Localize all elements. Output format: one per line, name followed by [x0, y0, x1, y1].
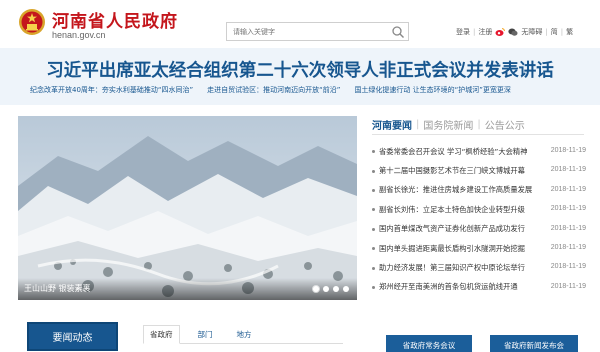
headline-sublinks: 纪念改革开放40周年：夯实水利基础推动“四水同治” 走进自贸试验区：推动河南迈向… — [30, 85, 590, 95]
photo-caption[interactable]: 王山山野 银装素裹 — [24, 283, 91, 294]
search-input[interactable] — [227, 23, 387, 40]
site-header: 河南省人民政府 henan.gov.cn 登录 | 注册 无障碍 | — [0, 0, 600, 48]
news-date: 2018-11-19 — [550, 185, 586, 193]
bullet-icon — [372, 208, 375, 212]
page: 河南省人民政府 henan.gov.cn 登录 | 注册 无障碍 | — [0, 0, 600, 352]
news-list-item[interactable]: 国内首单煤改气资产证券化创新产品成功发行 2018-11-19 — [372, 220, 586, 239]
national-emblem-icon — [19, 9, 45, 35]
press-conference-button[interactable]: 省政府新闻发布会 — [490, 335, 578, 352]
headline-title[interactable]: 习近平出席亚太经合组织第二十六次领导人非正式会议并发表讲话 — [0, 57, 600, 82]
site-title[interactable]: 河南省人民政府 — [52, 7, 178, 32]
news-list: 省委常委会召开会议 学习“枫桥经验”大会精神 2018-11-19 第十二届中国摄… — [372, 142, 586, 297]
carousel-dot[interactable] — [313, 286, 319, 292]
tab-departments[interactable]: 部门 — [192, 326, 219, 343]
divider: | — [545, 28, 548, 36]
weibo-icon[interactable] — [495, 27, 506, 37]
news-dynamics-button[interactable]: 要闻动态 — [27, 322, 118, 351]
simplified-link[interactable]: 简 — [551, 27, 558, 37]
bullet-icon — [372, 247, 375, 251]
bottom-tabs: 省政府 部门 地方 — [143, 325, 343, 344]
bullet-icon — [372, 188, 375, 192]
divider: | — [477, 119, 481, 130]
barrier-free-link[interactable]: 无障碍 — [521, 27, 542, 37]
register-link[interactable]: 注册 — [478, 27, 492, 37]
tab-state-council-news[interactable]: 国务院新闻 — [423, 117, 473, 132]
news-title[interactable]: 省委常委会召开会议 学习“枫桥经验”大会精神 — [379, 147, 543, 157]
sublink-item[interactable]: 纪念改革开放40周年：夯实水利基础推动“四水同治” — [30, 85, 193, 95]
carousel-dots — [313, 286, 349, 292]
search-box — [226, 22, 409, 41]
news-list-item[interactable]: 郑州经开至南美洲的首条包机货运航线开通 2018-11-19 — [372, 278, 586, 297]
featured-photo-carousel[interactable]: 王山山野 银装素裹 — [18, 116, 357, 300]
news-title[interactable]: 副省长徐光：推进住房城乡建设工作高质量发展 — [379, 185, 543, 195]
site-domain: henan.gov.cn — [52, 30, 106, 40]
news-title[interactable]: 第十二届中国摄影艺术节在三门峡文博城开幕 — [379, 166, 543, 176]
news-date: 2018-11-19 — [550, 243, 586, 251]
headline-banner: 习近平出席亚太经合组织第二十六次领导人非正式会议并发表讲话 纪念改革开放40周年… — [0, 48, 600, 105]
news-date: 2018-11-19 — [550, 282, 586, 290]
news-title[interactable]: 副省长刘伟：立足本土特色加快企业转型升级 — [379, 205, 543, 215]
tab-provincial-government[interactable]: 省政府 — [143, 325, 180, 344]
carousel-dot[interactable] — [343, 286, 349, 292]
carousel-dot[interactable] — [323, 286, 329, 292]
tab-announcements[interactable]: 公告公示 — [485, 117, 525, 132]
wechat-icon[interactable] — [508, 27, 518, 37]
news-tabs: 河南要闻 | 国务院新闻 | 公告公示 — [372, 115, 584, 135]
news-date: 2018-11-19 — [550, 147, 586, 154]
news-title[interactable]: 国内首单煤改气资产证券化创新产品成功发行 — [379, 224, 543, 234]
news-list-item[interactable]: 国内单头掘进距离最长盾构引水隧洞开始挖掘 2018-11-19 — [372, 239, 586, 258]
news-date: 2018-11-19 — [550, 205, 586, 213]
sublink-item[interactable]: 走进自贸试验区：推动河南迈向开放“前沿” — [207, 85, 340, 95]
news-title[interactable]: 助力经济发展！第三届知识产权中原论坛举行 — [379, 263, 543, 273]
search-icon[interactable] — [391, 25, 405, 39]
bullet-icon — [372, 227, 375, 231]
divider: | — [416, 119, 420, 130]
news-title[interactable]: 郑州经开至南美洲的首条包机货运航线开通 — [379, 282, 543, 292]
divider: | — [473, 28, 476, 36]
bottom-section: 要闻动态 省政府 部门 地方 省政府常务会议 省政府新闻发布会 — [0, 310, 600, 352]
sublink-item[interactable]: 国土绿化提速行动 让生态环境的“护城河”更宽更深 — [354, 85, 510, 95]
news-title[interactable]: 国内单头掘进距离最长盾构引水隧洞开始挖掘 — [379, 244, 543, 254]
snowy-mountain-photo — [18, 116, 357, 300]
news-list-item[interactable]: 副省长徐光：推进住房城乡建设工作高质量发展 2018-11-19 — [372, 181, 586, 200]
divider: | — [560, 28, 564, 36]
news-list-item[interactable]: 助力经济发展！第三届知识产权中原论坛举行 2018-11-19 — [372, 258, 586, 277]
news-list-item[interactable]: 省委常委会召开会议 学习“枫桥经验”大会精神 2018-11-19 — [372, 142, 586, 161]
bullet-icon — [372, 285, 375, 289]
news-list-item[interactable]: 副省长刘伟：立足本土特色加快企业转型升级 2018-11-19 — [372, 200, 586, 219]
news-date: 2018-11-19 — [550, 263, 586, 271]
executive-meeting-button[interactable]: 省政府常务会议 — [386, 335, 472, 352]
news-date: 2018-11-19 — [550, 166, 586, 174]
login-link[interactable]: 登录 — [456, 27, 470, 37]
carousel-dot[interactable] — [333, 286, 339, 292]
bullet-icon — [372, 150, 375, 154]
top-links: 登录 | 注册 无障碍 | 简 | 繁 — [456, 27, 573, 37]
news-date: 2018-11-19 — [550, 224, 586, 232]
news-list-item[interactable]: 第十二届中国摄影艺术节在三门峡文博城开幕 2018-11-19 — [372, 161, 586, 180]
tab-henan-news[interactable]: 河南要闻 — [372, 117, 412, 132]
bullet-icon — [372, 266, 375, 270]
bullet-icon — [372, 169, 375, 173]
traditional-link[interactable]: 繁 — [566, 27, 573, 37]
tab-local[interactable]: 地方 — [231, 326, 258, 343]
